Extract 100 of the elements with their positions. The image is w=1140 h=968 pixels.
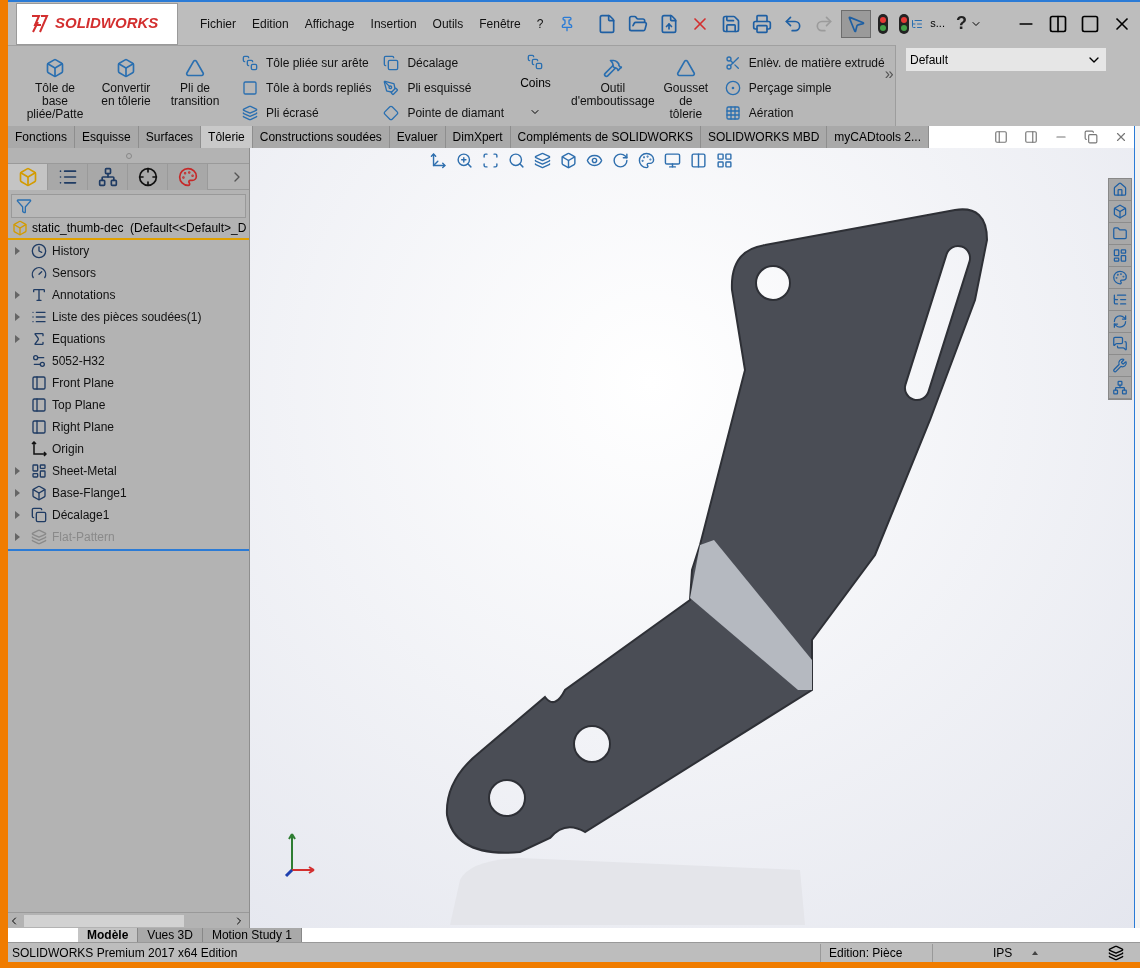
ribbon-command[interactable]: Pointe de diamant [383,100,505,126]
command-icon [602,58,623,78]
palette-icon [177,166,198,187]
monitor-icon[interactable] [664,152,681,169]
section-icon[interactable] [534,152,551,169]
configuration-dropdown[interactable]: Default [906,48,1106,71]
command-icon [675,58,696,78]
zoom-icon[interactable] [456,152,473,169]
ribbon-command[interactable]: Pli écrasé [242,100,372,126]
ribbon-command[interactable]: Convertir en tôlerie [96,46,156,126]
tree-item[interactable]: Base-Flange1 [52,484,127,502]
expand-arrow-icon[interactable] [14,511,20,519]
tree-item[interactable]: Top Plane [52,396,106,414]
tree-item[interactable]: Sheet-Metal [52,462,117,480]
panel-tab[interactable] [88,163,128,190]
tree-item[interactable]: Sensors [52,264,97,282]
sheet-metal-part-drawing[interactable] [445,208,988,854]
new-file-icon [597,13,618,34]
crosshair-icon [137,166,158,187]
menu-item[interactable]: Insertion [370,14,417,33]
menu-item[interactable]: Fichier [200,14,236,33]
menu-item[interactable]: ? [536,14,544,33]
command-icon [724,54,741,71]
panel-right-icon[interactable] [1024,130,1038,144]
save-icon [721,13,742,34]
restore-icon[interactable] [1084,130,1098,144]
ribbon-command[interactable]: Pli de transition [160,46,230,126]
command-icon [242,80,258,96]
panel-left-icon[interactable] [994,130,1008,144]
tree-item[interactable]: Equations [52,330,106,348]
menu-item[interactable]: Affichage [304,14,355,33]
tree-item[interactable]: 5052-H32 [52,352,105,370]
panel-tab[interactable] [128,163,168,190]
ribbon-command[interactable]: Tôle de base pliée/Patte [18,46,92,126]
more-button[interactable]: » [884,62,894,86]
letter-icon [31,287,47,303]
ribbon-command[interactable]: Tôle pliée sur arête [242,50,372,76]
menu-item[interactable]: Outils [432,14,464,33]
layers-icon[interactable] [1108,944,1124,961]
logo: SOLIDWORKS [16,2,178,45]
search-icon[interactable] [508,152,525,169]
tile-icon[interactable] [1048,13,1068,34]
ribbon-command[interactable]: Décalage [383,50,505,76]
sigma-icon [31,331,47,347]
toolbar-button[interactable] [841,9,872,38]
ribbon-command[interactable]: Enlèv. de matière extrudé [724,50,885,76]
toolbar-overflow[interactable]: s... [930,15,945,32]
gauge-icon [31,265,47,281]
cube-icon[interactable] [560,152,577,169]
part-name[interactable]: static_thumb-dec (Default<<Default>_D [32,219,247,237]
tree-item[interactable]: History [52,242,90,260]
zoom-area-icon[interactable] [482,152,499,169]
expand-arrow-icon[interactable] [14,467,20,475]
command-icon [242,54,258,71]
command-icon [383,105,400,122]
filter-field[interactable] [11,194,246,218]
ribbon-command[interactable]: Tôle à bords repliés [242,75,372,101]
list-icon [31,309,47,325]
expand-arrow-icon[interactable] [14,335,20,343]
rotate-icon[interactable] [612,152,629,169]
expand-arrow-icon[interactable] [14,247,20,255]
ribbon-command[interactable]: Pli esquissé [383,75,505,101]
plane-icon [31,375,47,391]
model-tab[interactable]: Motion Study 1 [202,928,302,942]
corners-button[interactable]: Coins [520,46,551,126]
tree-item[interactable]: Right Plane [52,418,115,436]
ribbon-command[interactable]: Perçage simple [724,75,885,101]
flat-pattern-icon [31,529,47,545]
traffic-light-icon [878,13,889,34]
grid-icon[interactable] [716,152,733,169]
expand-arrow-icon[interactable] [14,291,20,299]
tree-item[interactable]: Origin [52,440,84,458]
origin-icon [31,441,47,457]
ribbon-tab[interactable]: Tôlerie [201,126,253,148]
ribbon-command[interactable]: Gousset de tôlerie [658,46,713,126]
columns-icon[interactable] [690,152,707,169]
help-button[interactable]: ? [956,10,967,37]
model-tab[interactable]: Vues 3D [138,928,203,942]
tree-item[interactable]: Front Plane [52,374,115,392]
ribbon-command[interactable]: Aération [724,100,885,126]
axes-icon[interactable] [430,152,447,169]
scrollbar-thumb[interactable] [24,914,184,927]
model-tab[interactable]: Modèle [78,928,139,942]
tree-item[interactable]: Liste des pièces soudées(1) [52,308,202,326]
tree-item[interactable]: Décalage1 [52,506,110,524]
panel-tab[interactable] [48,163,88,190]
menu-item[interactable]: Edition [252,14,289,33]
eye-icon[interactable] [586,152,603,169]
logo-icon [29,12,51,35]
palette-icon[interactable] [638,152,655,169]
expand-arrow-icon[interactable] [14,489,20,497]
menu-item[interactable]: Fenêtre [479,14,521,33]
tree-item[interactable]: Annotations [52,286,116,304]
jog-icon [31,507,47,523]
command-icon [383,80,400,96]
expand-arrow-icon[interactable] [14,313,20,321]
maximize-icon[interactable] [1080,13,1100,34]
tree-icon [97,166,118,187]
caret-up-icon[interactable] [1032,950,1038,955]
ribbon-command[interactable]: Outil d'emboutissage [566,46,659,126]
